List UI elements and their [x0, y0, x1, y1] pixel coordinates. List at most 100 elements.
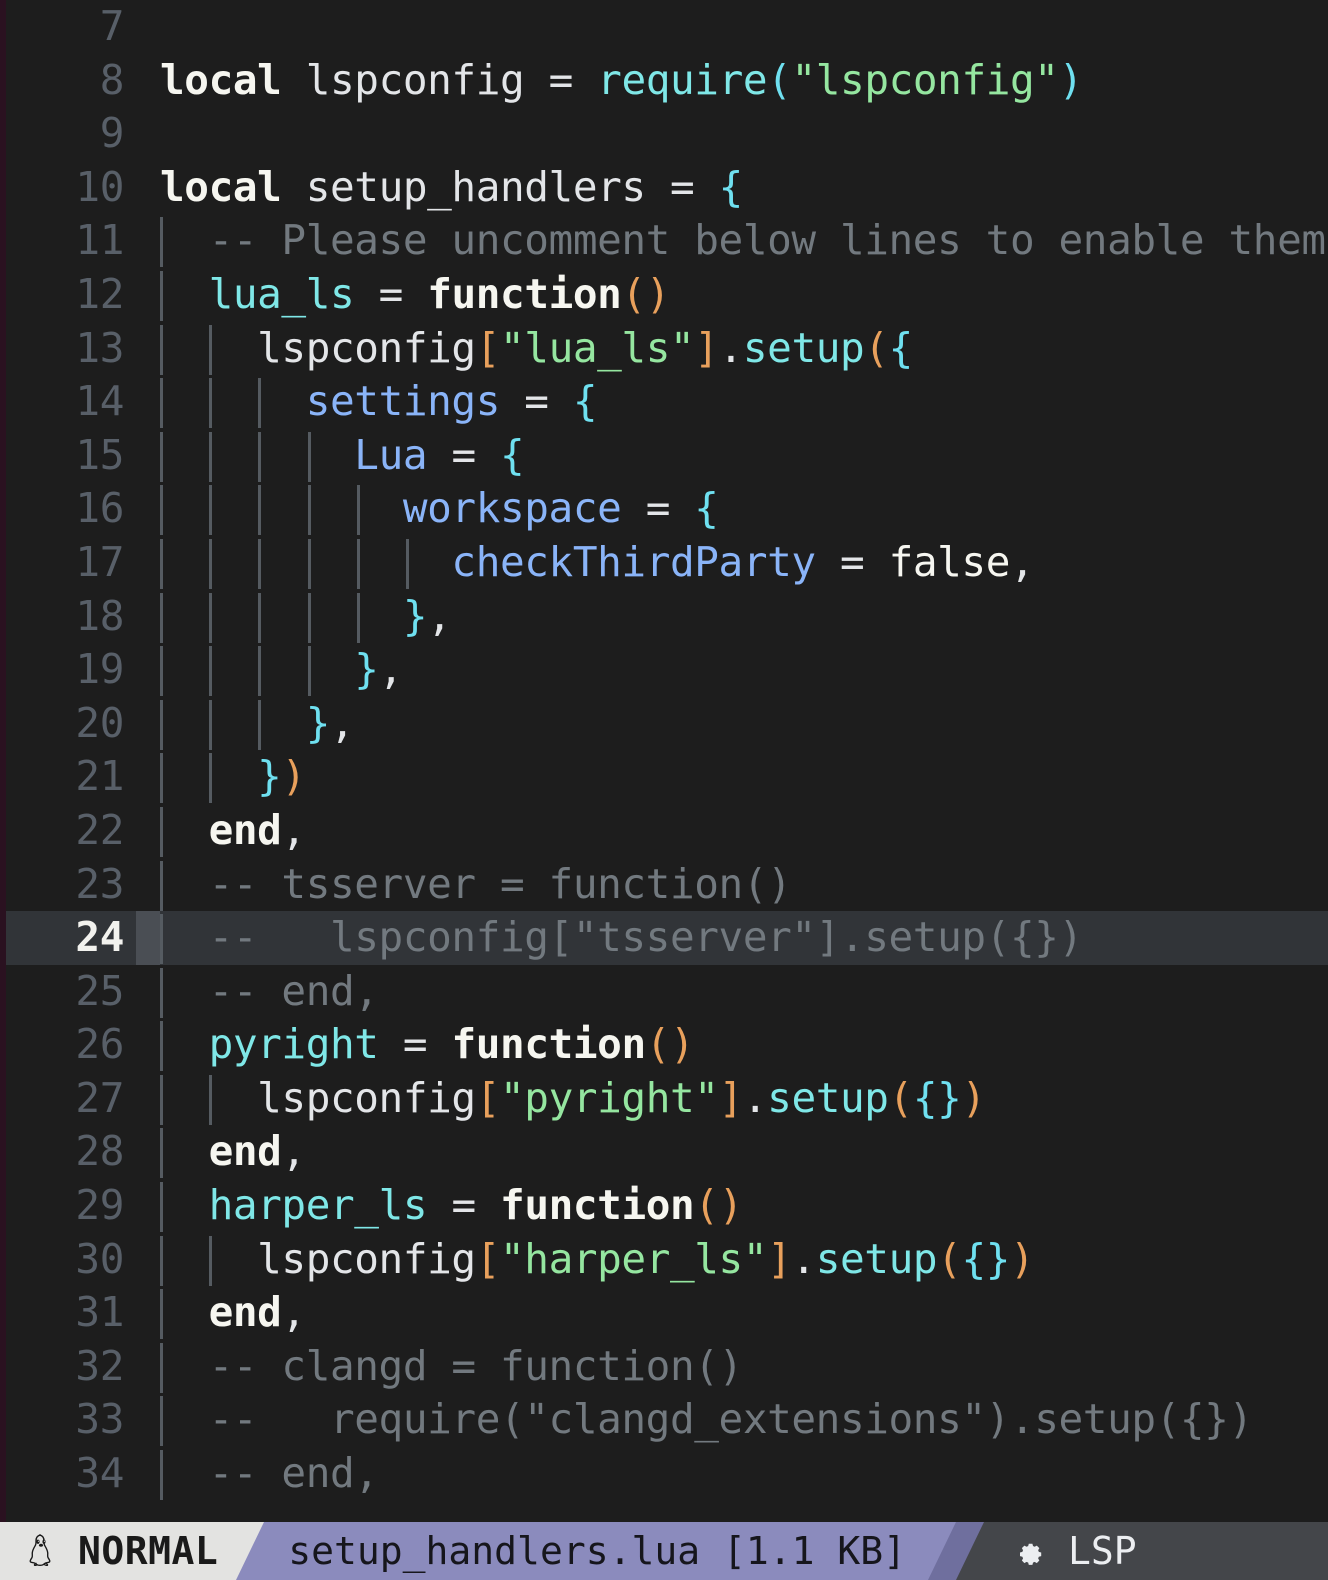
- editor-line[interactable]: 8 local lspconfig = require("lspconfig"): [6, 54, 1328, 108]
- sign-column: [136, 1286, 160, 1340]
- code-token: ): [961, 1073, 986, 1122]
- code-token: -- lspconfig["tsserver"].setup({}): [160, 913, 1084, 962]
- statusline-mode-label: NORMAL: [78, 1529, 219, 1573]
- editor-line[interactable]: 21 }): [6, 750, 1328, 804]
- editor-line[interactable]: 32 -- clangd = function(): [6, 1340, 1328, 1394]
- editor-line[interactable]: 14 settings = {: [6, 375, 1328, 429]
- code-token: require: [597, 55, 768, 104]
- sign-column: [136, 107, 160, 161]
- code-token: ]: [718, 1073, 744, 1122]
- code-text: -- end,: [160, 965, 379, 1019]
- code-token: lspconfig: [257, 323, 476, 372]
- code-text: checkThirdParty = false,: [160, 536, 1034, 590]
- editor-line[interactable]: 31 end,: [6, 1286, 1328, 1340]
- line-number: 9: [99, 109, 125, 158]
- code-token: [: [475, 1073, 501, 1122]
- editor-line[interactable]: 17 checkThirdParty = false,: [6, 536, 1328, 590]
- code-token: -- tsserver = function(): [160, 859, 792, 908]
- editor-line[interactable]: 24 -- lspconfig["tsserver"].setup({}): [6, 911, 1328, 965]
- editor-line[interactable]: 11 -- Please uncomment below lines to en…: [6, 214, 1328, 268]
- code-token: lspconfig: [305, 55, 525, 104]
- code-token: Lua: [354, 430, 428, 479]
- code-token: setup: [815, 1234, 938, 1283]
- statusline-file-label: setup_handlers.lua [1.1 KB]: [288, 1529, 906, 1573]
- code-token: ,: [281, 1127, 306, 1176]
- editor-line[interactable]: 7: [6, 0, 1328, 54]
- code-token: ,: [1010, 537, 1035, 586]
- code-editor-buffer[interactable]: 7 8 local lspconfig = require("lspconfig")…: [6, 0, 1328, 1501]
- code-token: {: [912, 1073, 938, 1122]
- statusline: NORMAL setup_handlers.lua [1.1 KB] LSP: [0, 1522, 1328, 1580]
- code-text: lspconfig["pyright"].setup({}): [160, 1072, 986, 1126]
- editor-line[interactable]: 29 harper_ls = function(): [6, 1179, 1328, 1233]
- line-number: 7: [99, 2, 125, 50]
- code-text: lua_ls = function(): [160, 268, 671, 322]
- editor-line[interactable]: 30 lspconfig["harper_ls"].setup({}): [6, 1233, 1328, 1287]
- editor-line[interactable]: 12 lua_ls = function(): [6, 268, 1328, 322]
- code-token: function: [427, 269, 622, 318]
- line-number: 10: [75, 162, 124, 211]
- code-text: -- lspconfig["tsserver"].setup({}): [160, 911, 1084, 965]
- editor-line[interactable]: 23 -- tsserver = function(): [6, 858, 1328, 912]
- line-number: 8: [99, 55, 125, 104]
- line-number: 32: [75, 1341, 124, 1390]
- code-token: false: [888, 537, 1011, 586]
- line-number: 27: [75, 1073, 124, 1122]
- editor-line[interactable]: 10 local setup_handlers = {: [6, 161, 1328, 215]
- code-token: -- end,: [160, 1449, 379, 1498]
- code-token: [: [475, 323, 501, 372]
- sign-column: [136, 482, 160, 536]
- code-token: end: [208, 1127, 282, 1176]
- editor-line[interactable]: 18 },: [6, 590, 1328, 644]
- code-token: ): [281, 752, 306, 801]
- editor-line[interactable]: 22 end,: [6, 804, 1328, 858]
- line-number: 24: [75, 913, 124, 962]
- code-token: }: [937, 1073, 962, 1122]
- line-number: 34: [75, 1449, 124, 1498]
- code-token: ): [718, 1181, 744, 1230]
- editor-line[interactable]: 34 -- end,: [6, 1447, 1328, 1501]
- code-token: .: [742, 1073, 768, 1122]
- statusline-mode-section: NORMAL: [0, 1522, 265, 1580]
- editor-line[interactable]: 25 -- end,: [6, 965, 1328, 1019]
- code-token: (: [767, 55, 792, 104]
- sign-column: [136, 214, 160, 268]
- editor-line[interactable]: 13 lspconfig["lua_ls"].setup({: [6, 322, 1328, 376]
- sign-column: [136, 0, 160, 54]
- sign-column: [136, 375, 160, 429]
- editor-line[interactable]: 16 workspace = {: [6, 482, 1328, 536]
- code-token: ]: [767, 1234, 792, 1283]
- code-text: lspconfig["harper_ls"].setup({}): [160, 1233, 1035, 1287]
- code-token: -- end,: [160, 966, 379, 1015]
- editor-line[interactable]: 15 Lua = {: [6, 429, 1328, 483]
- editor-line[interactable]: 26 pyright = function(): [6, 1018, 1328, 1072]
- editor-line[interactable]: 19 },: [6, 643, 1328, 697]
- code-token: ]: [694, 323, 719, 372]
- editor-line[interactable]: 28 end,: [6, 1125, 1328, 1179]
- statusline-lsp-section[interactable]: LSP: [956, 1522, 1328, 1580]
- editor-line[interactable]: 20 },: [6, 697, 1328, 751]
- code-token: =: [378, 269, 404, 318]
- sign-column: [136, 1340, 160, 1394]
- code-token: "lspconfig": [791, 55, 1059, 104]
- code-token: (: [694, 1181, 719, 1230]
- sign-column: [136, 1179, 160, 1233]
- editor-line[interactable]: 27 lspconfig["pyright"].setup({}): [6, 1072, 1328, 1126]
- editor-line[interactable]: 33 -- require("clangd_extensions").setup…: [6, 1393, 1328, 1447]
- line-number: 15: [75, 430, 124, 479]
- code-token: function: [500, 1181, 695, 1230]
- editor-line[interactable]: 9: [6, 107, 1328, 161]
- code-text: },: [160, 590, 452, 644]
